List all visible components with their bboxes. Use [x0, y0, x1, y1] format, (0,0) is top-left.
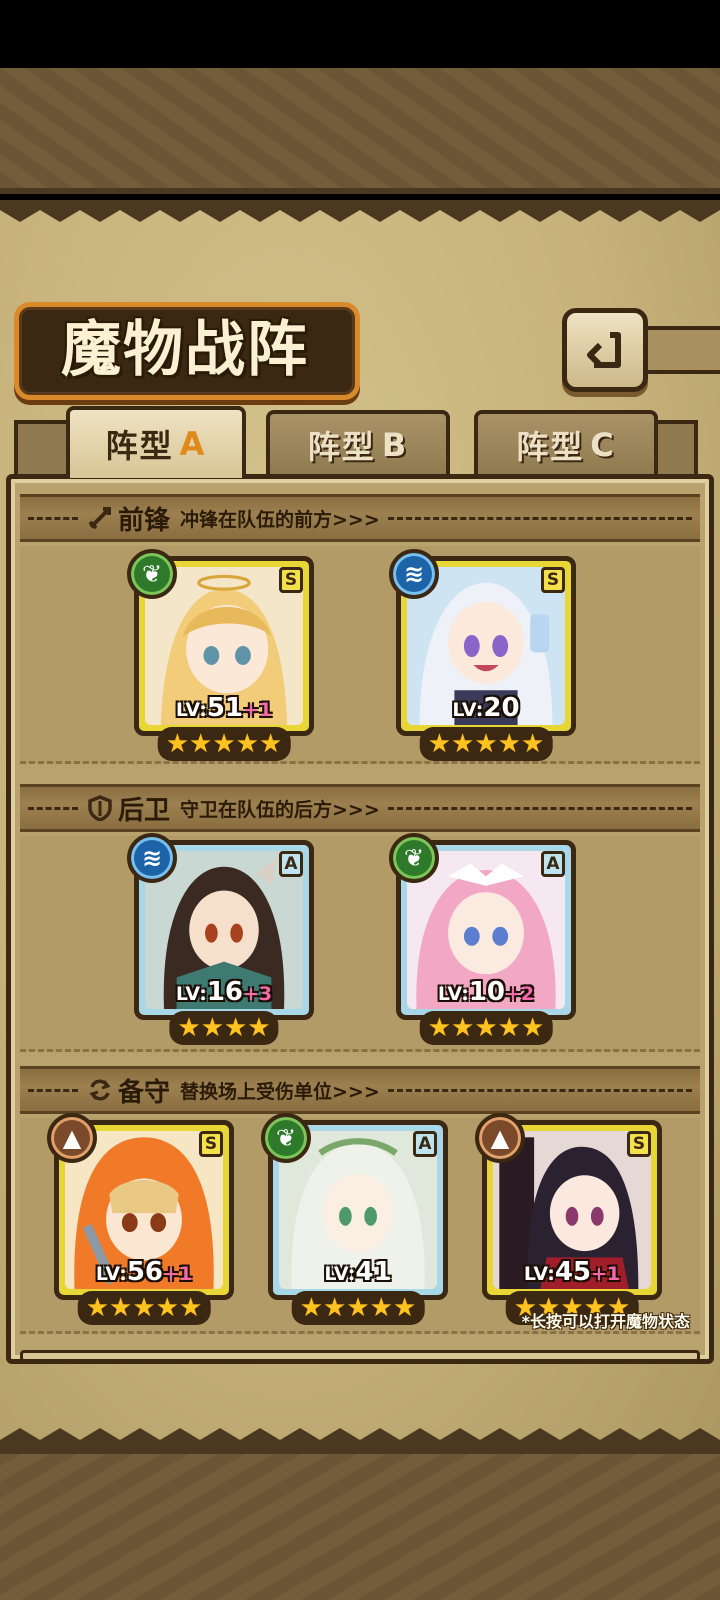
rank-badge: A: [541, 851, 565, 877]
tab-label: 阵型: [307, 428, 376, 466]
rank-badge: S: [279, 567, 303, 593]
earth-mountain-icon: ▲: [475, 1113, 525, 1163]
rank-badge: S: [199, 1131, 223, 1157]
swap-icon: [86, 1076, 114, 1104]
monster-card[interactable]: A ❦ LV:10+2 ★★★★★: [389, 833, 576, 1045]
map-background-top: [0, 68, 720, 194]
divider: [387, 806, 692, 810]
section-header-reserve: 备守 替换场上受伤单位>>>: [20, 1066, 700, 1114]
rank-badge: S: [541, 567, 565, 593]
level-label: LV:56+1: [95, 1257, 193, 1287]
tab-strip-left-edge: [14, 420, 74, 476]
water-wave-icon: ≋: [127, 833, 177, 883]
rank-badge: S: [627, 1131, 651, 1157]
divider: [387, 516, 692, 520]
monster-card[interactable]: A ≋ LV:16+3 ★★★★: [127, 833, 314, 1045]
section-header-rear: 后卫 守卫在队伍的后方>>>: [20, 784, 700, 832]
tab-label: 阵型: [105, 427, 174, 465]
back-button-rail: [648, 326, 720, 374]
tab-formation-a[interactable]: 阵型 A: [66, 406, 246, 478]
map-background-bottom: [0, 1448, 720, 1600]
section-description: 冲锋在队伍的前方>>>: [180, 508, 380, 531]
level-label: LV:10+2: [437, 977, 535, 1007]
tab-formation-b[interactable]: 阵型 B: [266, 410, 450, 476]
tab-letter: C: [590, 426, 616, 464]
level-label: LV:20: [452, 693, 520, 723]
section-description: 替换场上受伤单位>>>: [180, 1080, 380, 1103]
monster-card[interactable]: S ▲ LV:56+1 ★★★★★: [47, 1113, 234, 1325]
rear-row: [20, 836, 700, 1052]
monster-card[interactable]: A ❦ LV:41 ★★★★★: [261, 1113, 448, 1325]
page-title: 魔物战阵: [61, 315, 309, 385]
rank-badge: A: [279, 851, 303, 877]
status-bar: [0, 0, 720, 68]
shield-icon: [86, 794, 114, 822]
section-description: 守卫在队伍的后方>>>: [180, 798, 380, 821]
sword-icon: [86, 504, 114, 532]
monster-card[interactable]: S ▲ LV:45+1 ★★★★★: [475, 1113, 662, 1325]
long-press-hint: *长按可以打开魔物状态: [521, 1312, 690, 1331]
nature-leaf-icon: ❦: [261, 1113, 311, 1163]
star-rating: ★★★★★: [157, 727, 291, 761]
section-title: 备守: [118, 1077, 171, 1108]
rank-badge: A: [413, 1131, 437, 1157]
nature-leaf-icon: ❦: [389, 833, 439, 883]
return-arrow-icon: [587, 332, 621, 368]
star-rating: ★★★★★: [419, 1011, 553, 1045]
tab-letter: B: [381, 426, 409, 464]
section-title: 后卫: [118, 795, 171, 826]
divider: [28, 516, 78, 520]
front-row: [20, 546, 700, 764]
section-title: 前锋: [118, 505, 171, 536]
star-rating: ★★★★★: [419, 727, 553, 761]
level-label: LV:51+1: [175, 693, 273, 723]
divider: [28, 806, 78, 810]
earth-mountain-icon: ▲: [47, 1113, 97, 1163]
section-header-front: 前锋 冲锋在队伍的前方>>>: [20, 494, 700, 542]
zigzag-edge-bottom: [0, 1428, 720, 1450]
level-label: LV:45+1: [523, 1257, 621, 1287]
tab-formation-c[interactable]: 阵型 C: [474, 410, 658, 476]
tab-letter: A: [179, 425, 207, 463]
tab-label: 阵型: [516, 428, 585, 466]
monster-card[interactable]: S ❦ LV:51+1 ★★★★★: [127, 549, 314, 761]
divider: [387, 1088, 692, 1092]
star-rating: ★★★★★: [77, 1291, 211, 1325]
star-rating: ★★★★★: [291, 1291, 425, 1325]
panel-bottom-bar: [20, 1350, 700, 1362]
zigzag-edge-top: [0, 200, 720, 222]
nature-leaf-icon: ❦: [127, 549, 177, 599]
level-label: LV:41: [324, 1257, 392, 1287]
divider: [28, 1088, 78, 1092]
water-wave-icon: ≋: [389, 549, 439, 599]
star-rating: ★★★★: [169, 1011, 279, 1045]
back-button[interactable]: [562, 308, 648, 392]
level-label: LV:16+3: [175, 977, 273, 1007]
monster-card[interactable]: S ≋ LV:20 ★★★★★: [389, 549, 576, 761]
